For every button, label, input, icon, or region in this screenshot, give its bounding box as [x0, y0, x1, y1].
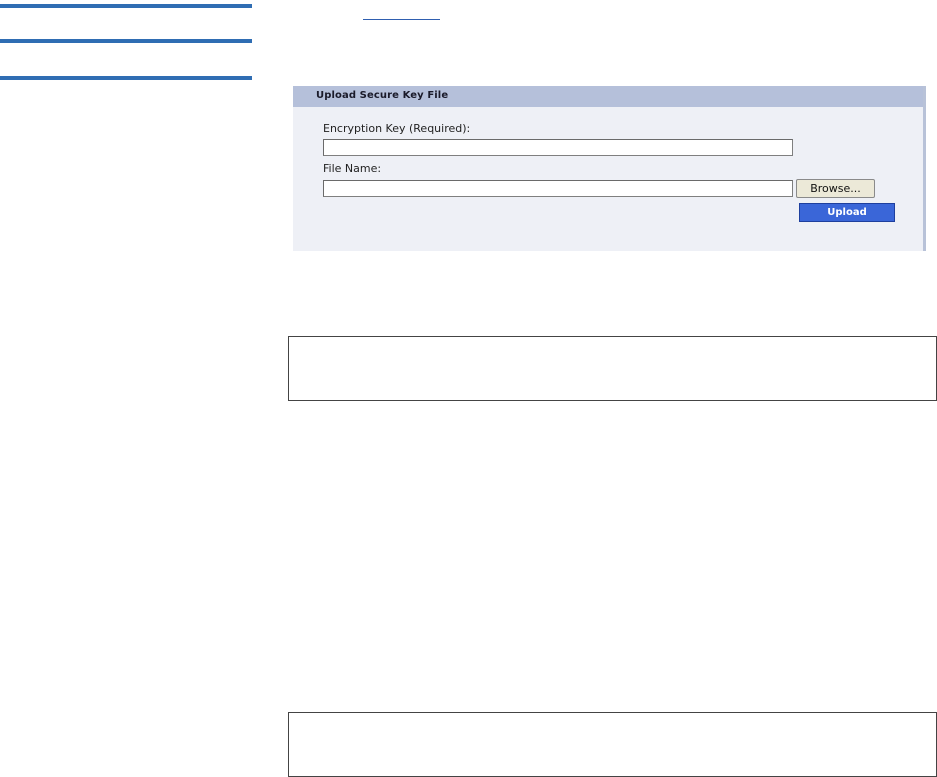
encryption-key-label: Encryption Key (Required):: [323, 122, 471, 135]
upload-secure-key-panel: Upload Secure Key File Encryption Key (R…: [293, 86, 926, 251]
upload-button[interactable]: Upload: [799, 203, 895, 222]
panel-title: Upload Secure Key File: [316, 90, 449, 101]
file-name-label: File Name:: [323, 162, 382, 175]
sidebar-rule-top: [0, 4, 252, 8]
panel-border: [923, 86, 926, 251]
note-box: [288, 336, 937, 401]
encryption-key-input[interactable]: [323, 139, 793, 156]
sidebar-rule-middle: [0, 39, 252, 43]
note-box: [288, 712, 937, 777]
file-name-input[interactable]: [323, 180, 793, 197]
hyperlink-underline[interactable]: [363, 19, 440, 20]
panel-header: Upload Secure Key File: [293, 86, 926, 107]
browse-button[interactable]: Browse...: [796, 179, 875, 198]
sidebar-rule-bottom: [0, 76, 252, 80]
